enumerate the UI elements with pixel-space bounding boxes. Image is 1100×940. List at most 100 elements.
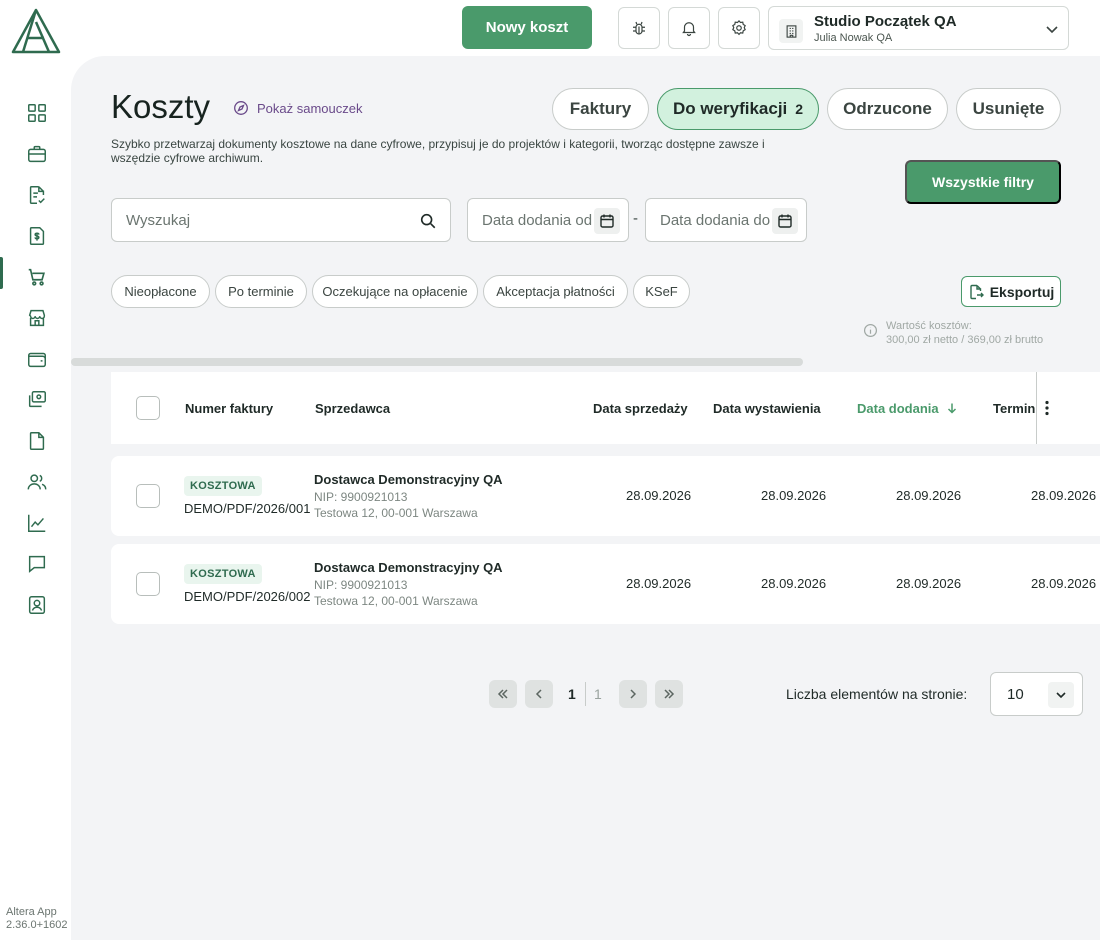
invoice-number: DEMO/PDF/2026/002 [184,589,311,604]
company-user: Julia Nowak QA [814,32,893,44]
gear-icon [732,19,746,36]
items-per-page-select[interactable]: 10 [990,672,1083,716]
export-button[interactable]: Eksportuj [961,276,1061,307]
bell-icon [682,22,696,37]
sidebar-item-banking[interactable] [0,379,71,420]
tab-rejected[interactable]: Odrzucone [827,88,948,130]
briefcase-icon [28,145,46,162]
table-row[interactable]: KOSZTOWA DEMO/PDF/2026/001 Dostawca Demo… [111,456,1100,536]
items-per-page-value: 10 [1007,686,1024,703]
sidebar-item-stores[interactable] [0,297,71,338]
export-icon [970,284,984,299]
filter-chip-unpaid[interactable]: Nieopłacone [111,275,210,308]
date-added-to-field[interactable]: Data dodania do [645,198,807,242]
new-cost-button[interactable]: Nowy koszt [462,6,592,49]
dashboard-icon [28,103,46,122]
sidebar-item-wallet[interactable] [0,338,71,379]
sidebar-item-messages[interactable] [0,543,71,584]
column-divider [1036,372,1037,444]
sidebar-item-invoices[interactable] [0,174,71,215]
sidebar-nav [0,92,71,625]
store-icon [28,309,46,326]
seller-address: Testowa 12, 00-001 Warszawa [314,506,478,520]
sidebar-item-documents[interactable] [0,420,71,461]
sale-date: 28.09.2026 [626,488,692,503]
filter-chip-payment-approval[interactable]: Akceptacja płatności [483,275,628,308]
search-box [111,198,451,242]
info-icon [863,323,878,338]
chevron-right-icon [630,689,637,699]
row-checkbox[interactable] [136,572,160,596]
column-header-due-date[interactable]: Termin [993,401,1035,416]
seller-name: Dostawca Demonstracyjny QA [314,560,503,575]
total-pages: 1 [594,686,602,702]
banking-icon [28,390,46,407]
sidebar-item-revenue[interactable] [0,215,71,256]
calendar-icon[interactable] [772,208,798,234]
kebab-menu-icon [1045,400,1049,416]
select-all-checkbox[interactable] [136,396,160,420]
sidebar-item-costs[interactable] [0,256,71,297]
search-icon[interactable] [419,212,437,230]
filter-chip-ksef[interactable]: KSeF [633,275,690,308]
chart-icon [28,514,46,532]
sidebar-item-contractors[interactable] [0,461,71,502]
last-page-button[interactable] [655,680,683,708]
filter-chip-overdue[interactable]: Po terminie [215,275,307,308]
contacts-icon [28,595,46,614]
sort-descending-icon [948,403,957,414]
sidebar-item-projects[interactable] [0,133,71,174]
search-input[interactable] [112,211,402,229]
app-logo[interactable] [11,8,61,54]
notifications-button[interactable] [668,7,710,49]
sidebar-item-contacts[interactable] [0,584,71,625]
sidebar-item-reports[interactable] [0,502,71,543]
tab-invoices[interactable]: Faktury [552,88,649,130]
next-page-button[interactable] [619,680,647,708]
app-version-number: 2.36.0+1602 [6,919,68,931]
issue-date: 28.09.2026 [761,488,827,503]
table-horizontal-scrollbar[interactable] [71,358,803,366]
app-version: Altera App 2.36.0+1602 [6,906,67,932]
page-description: Szybko przetwarzaj dokumenty kosztowe na… [111,137,765,165]
settings-button[interactable] [718,7,760,49]
date-added: 28.09.2026 [896,576,962,591]
document-type-badge: KOSZTOWA [184,564,262,584]
tab-deleted[interactable]: Usunięte [956,88,1061,130]
all-filters-button[interactable]: Wszystkie filtry [905,160,1061,204]
column-header-seller[interactable]: Sprzedawca [315,401,390,416]
export-label: Eksportuj [989,283,1055,300]
tab-invoices-label: Faktury [569,99,632,118]
app-version-name: Altera App [6,906,57,918]
due-date: 28.09.2026 [1031,488,1097,503]
column-header-date-added[interactable]: Data dodania [857,401,958,416]
column-header-invoice-number[interactable]: Numer faktury [185,401,273,416]
show-tutorial-link[interactable]: Pokaż samouczek [233,100,363,116]
wallet-icon [28,352,46,367]
double-chevron-left-icon [497,689,508,699]
tab-to-verify[interactable]: Do weryfikacji 2 [657,88,819,130]
filter-chip-awaiting-payment[interactable]: Oczekujące na opłacenie [312,275,478,308]
date-added-from-field[interactable]: Data dodania od [467,198,629,242]
date-range-separator: - [633,210,638,227]
column-header-sale-date[interactable]: Data sprzedaży [593,401,688,416]
table-row[interactable]: KOSZTOWA DEMO/PDF/2026/002 Dostawca Demo… [111,544,1100,624]
issue-date: 28.09.2026 [761,576,827,591]
previous-page-button[interactable] [525,680,553,708]
column-header-issue-date[interactable]: Data wystawienia [713,401,821,416]
revenue-document-icon [29,226,45,245]
cost-value-summary: Wartość kosztów: 300,00 zł netto / 369,0… [863,319,1043,347]
current-page: 1 [568,686,576,702]
row-checkbox[interactable] [136,484,160,508]
first-page-button[interactable] [489,680,517,708]
company-switcher[interactable]: Studio Początek QA Julia Nowak QA [768,6,1069,50]
sidebar-item-dashboard[interactable] [0,92,71,133]
chevron-left-icon [535,689,542,699]
invoice-check-icon [29,185,45,204]
seller-address: Testowa 12, 00-001 Warszawa [314,594,478,608]
column-options-button[interactable] [1039,399,1055,417]
due-date: 28.09.2026 [1031,576,1097,591]
sale-date: 28.09.2026 [626,576,692,591]
report-bug-button[interactable] [618,7,660,49]
calendar-icon[interactable] [594,208,620,234]
